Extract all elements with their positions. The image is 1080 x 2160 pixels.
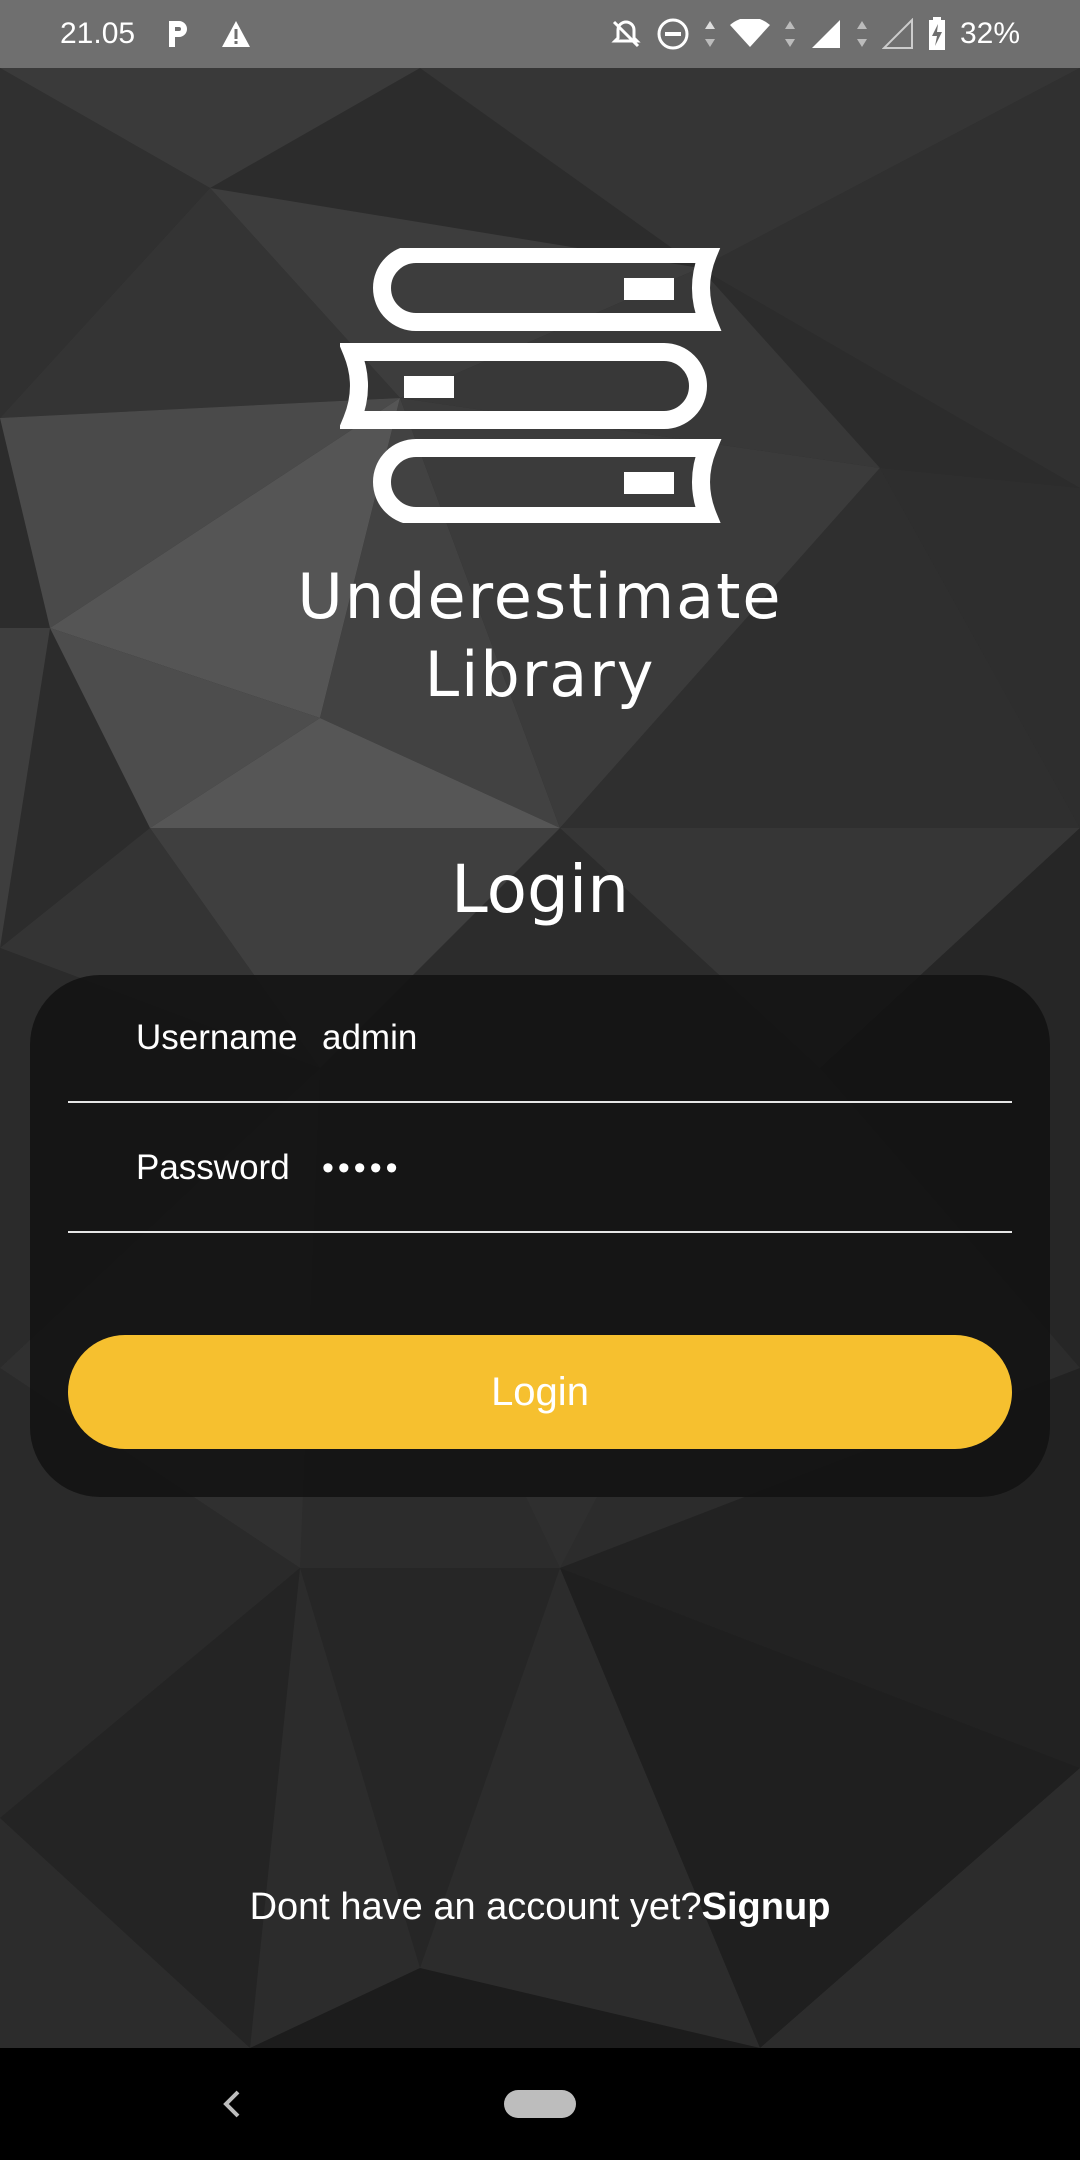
signal-icon xyxy=(811,20,840,48)
login-screen: 21.05 32% Underestimate Library Login Us… xyxy=(0,0,1080,2160)
password-input[interactable]: ••••• xyxy=(322,1149,402,1188)
signup-link[interactable]: Signup xyxy=(702,1886,831,1928)
data-arrows-icon xyxy=(856,21,867,47)
books-stack-icon xyxy=(340,248,722,523)
battery-percentage: 32% xyxy=(959,17,1020,50)
back-icon[interactable] xyxy=(218,2086,248,2122)
status-bar: 21.05 32% xyxy=(0,0,1080,68)
login-button[interactable]: Login xyxy=(68,1335,1012,1449)
home-pill-icon[interactable] xyxy=(504,2090,576,2118)
data-arrows-icon xyxy=(704,21,715,47)
navigation-bar xyxy=(0,2048,1080,2160)
do-not-disturb-icon xyxy=(657,18,689,50)
battery-charging-icon xyxy=(928,17,945,50)
password-label: Password xyxy=(136,1148,290,1187)
notifications-off-icon xyxy=(611,20,641,48)
app-title: Underestimate Library xyxy=(0,558,1080,714)
warning-icon xyxy=(222,21,251,47)
login-card: Username admin Password ••••• Login xyxy=(30,975,1050,1497)
login-heading: Login xyxy=(450,851,630,928)
password-field[interactable]: Password ••••• xyxy=(68,1105,1012,1233)
username-input[interactable]: admin xyxy=(322,1018,417,1058)
status-time: 21.05 xyxy=(60,17,136,50)
signup-row: Dont have an account yet?Signup xyxy=(0,1882,1080,1932)
app-title-line1: Underestimate xyxy=(297,560,783,633)
signal-empty-icon xyxy=(881,18,913,49)
app-title-line2: Library xyxy=(424,638,656,711)
parking-icon xyxy=(169,21,188,47)
username-field[interactable]: Username admin xyxy=(68,975,1012,1103)
data-arrows-icon xyxy=(784,21,795,47)
username-label: Username xyxy=(136,1018,298,1057)
wifi-icon xyxy=(729,19,770,47)
signup-prompt: Dont have an account yet? xyxy=(249,1886,702,1928)
